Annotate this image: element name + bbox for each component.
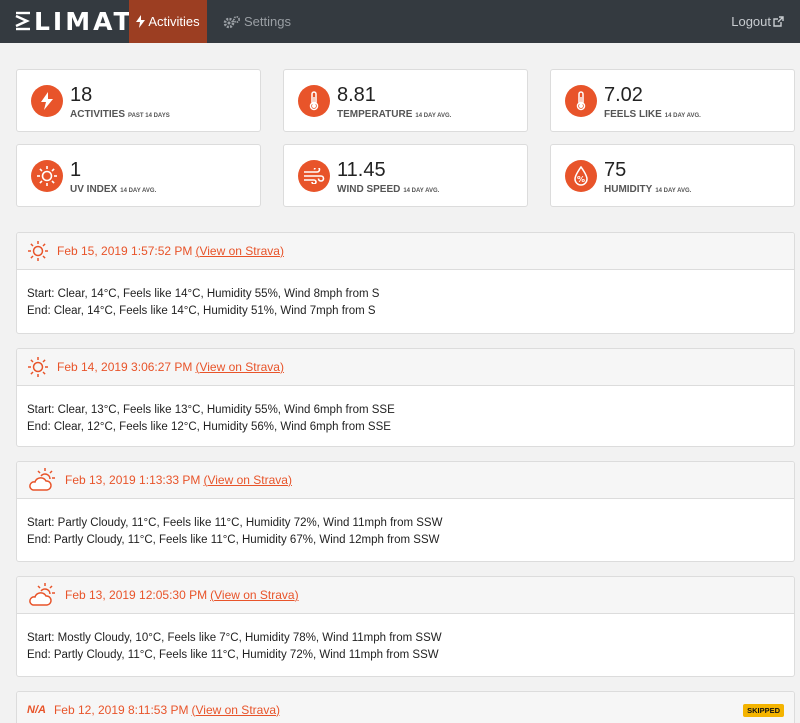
sun-icon (27, 356, 49, 378)
weather-end: End: Partly Cloudy, 11°C, Feels like 11°… (27, 534, 440, 546)
activity-date: Feb 13, 2019 12:05:30 PM (65, 588, 208, 602)
logout-label: Logout (731, 14, 771, 29)
activity-weather: Start: Clear, 14°C, Feels like 14°C, Hum… (17, 270, 794, 320)
stat-label: Feels Like 14 DAY AVG. (604, 109, 701, 120)
nav-activities[interactable]: Activities (129, 0, 207, 43)
stat-sublabel: 14 DAY AVG. (415, 113, 452, 119)
activity-weather: Start: Clear, 13°C, Feels like 13°C, Hum… (17, 386, 794, 436)
activity-header: N/A Feb 12, 2019 8:11:53 PM (View on Str… (17, 692, 794, 723)
stat-sublabel: PAST 14 DAYS (128, 113, 170, 119)
weather-start: Start: Mostly Cloudy, 10°C, Feels like 7… (27, 632, 442, 644)
activity-card: Feb 13, 2019 1:13:33 PM (View on Strava)… (16, 461, 795, 562)
navbar: LIMAT Activities Settings Logout (0, 0, 800, 43)
stat-sublabel: 14 DAY AVG. (664, 113, 701, 119)
stat-value: 11.45 (337, 159, 386, 181)
stat-value: 75 (604, 159, 627, 181)
activity-date: Feb 13, 2019 1:13:33 PM (65, 473, 201, 487)
wind-icon (298, 160, 330, 192)
activity-date: Feb 15, 2019 1:57:52 PM (57, 244, 193, 258)
nav-settings[interactable]: Settings (223, 0, 291, 43)
view-on-strava-link[interactable]: (View on Strava) (195, 244, 284, 258)
activity-card: Feb 13, 2019 12:05:30 PM (View on Strava… (16, 576, 795, 677)
k-logo-icon (15, 11, 30, 31)
brand-text: LIMAT (34, 6, 134, 36)
stat-label: Activities PAST 14 DAYS (70, 109, 170, 120)
weather-start: Start: Partly Cloudy, 11°C, Feels like 1… (27, 517, 443, 529)
logout-link[interactable]: Logout (731, 0, 784, 43)
percent-drop-icon: % (565, 160, 597, 192)
weather-start: Start: Clear, 13°C, Feels like 13°C, Hum… (27, 404, 395, 416)
activity-date: Feb 12, 2019 8:11:53 PM (53, 702, 189, 717)
stat-value: 18 (70, 84, 93, 106)
nav-activities-label: Activities (148, 14, 200, 29)
activity-header: Feb 15, 2019 1:57:52 PM (View on Strava) (17, 233, 794, 270)
activity-card: N/A Feb 12, 2019 8:11:53 PM (View on Str… (16, 691, 795, 723)
thermometer-icon (565, 85, 597, 117)
activity-weather: Start: Mostly Cloudy, 10°C, Feels like 7… (17, 614, 794, 664)
view-on-strava-link[interactable]: (View on Strava) (210, 588, 299, 602)
stat-label: Temperature 14 DAY AVG. (337, 109, 452, 120)
stat-sublabel: 14 DAY AVG. (655, 188, 692, 194)
not-available-label: N/A (27, 703, 46, 716)
activity-weather: Start: Partly Cloudy, 11°C, Feels like 1… (17, 499, 794, 549)
stat-value: 7.02 (604, 84, 643, 106)
activity-card: Feb 15, 2019 1:57:52 PM (View on Strava)… (16, 232, 795, 334)
stat-label: Wind Speed 14 DAY AVG. (337, 184, 440, 195)
stat-feels-like: 7.02 Feels Like 14 DAY AVG. (550, 69, 795, 132)
stat-activities: 18 Activities PAST 14 DAYS (16, 69, 261, 132)
weather-end: End: Partly Cloudy, 11°C, Feels like 11°… (27, 649, 439, 661)
brand-logo[interactable]: LIMAT (14, 6, 134, 36)
sun-icon (31, 160, 63, 192)
nav-settings-label: Settings (244, 14, 291, 29)
stat-wind-speed: 11.45 Wind Speed 14 DAY AVG. (283, 144, 528, 207)
weather-end: End: Clear, 12°C, Feels like 12°C, Humid… (27, 421, 391, 433)
sun-icon (27, 240, 49, 262)
lightning-icon (136, 15, 146, 28)
stat-label: UV Index 14 DAY AVG. (70, 184, 157, 195)
gears-icon (223, 15, 240, 28)
stat-temperature: 8.81 Temperature 14 DAY AVG. (283, 69, 528, 132)
weather-end: End: Clear, 14°C, Feels like 14°C, Humid… (27, 305, 376, 317)
partly-cloudy-icon (27, 582, 57, 608)
external-link-icon (773, 16, 784, 27)
stat-sublabel: 14 DAY AVG. (120, 188, 157, 194)
activity-header: Feb 14, 2019 3:06:27 PM (View on Strava) (17, 349, 794, 386)
stat-value: 8.81 (337, 84, 376, 106)
stat-uv-index: 1 UV Index 14 DAY AVG. (16, 144, 261, 207)
stat-label: Humidity 14 DAY AVG. (604, 184, 692, 195)
stat-value: 1 (70, 159, 82, 181)
thermometer-icon (298, 85, 330, 117)
stat-sublabel: 14 DAY AVG. (403, 188, 440, 194)
activity-header: Feb 13, 2019 1:13:33 PM (View on Strava) (17, 462, 794, 499)
view-on-strava-link[interactable]: (View on Strava) (195, 360, 284, 374)
view-on-strava-link[interactable]: (View on Strava) (203, 473, 292, 487)
view-on-strava-link[interactable]: (View on Strava) (192, 703, 281, 717)
stat-humidity: % 75 Humidity 14 DAY AVG. (550, 144, 795, 207)
activity-date: Feb 14, 2019 3:06:27 PM (57, 360, 193, 374)
activity-card: Feb 14, 2019 3:06:27 PM (View on Strava)… (16, 348, 795, 447)
svg-text:%: % (577, 175, 585, 184)
partly-cloudy-icon (27, 467, 57, 493)
skipped-badge: SKIPPED (743, 704, 784, 717)
lightning-icon (31, 85, 63, 117)
weather-start: Start: Clear, 14°C, Feels like 14°C, Hum… (27, 288, 380, 300)
activity-header: Feb 13, 2019 12:05:30 PM (View on Strava… (17, 577, 794, 614)
